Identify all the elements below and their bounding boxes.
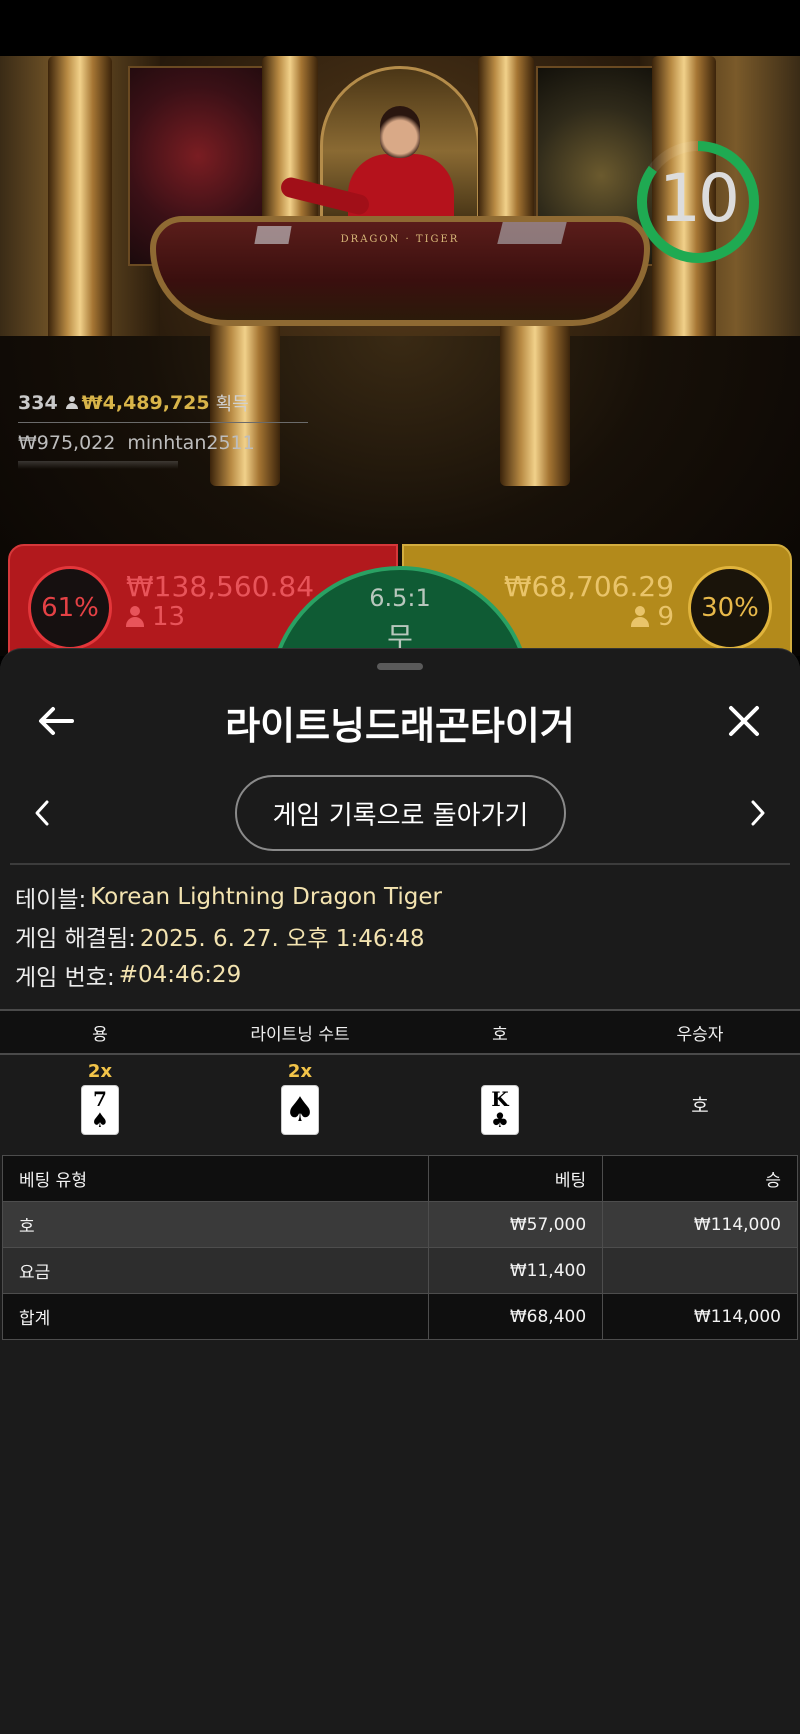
round-info: 테이블: Korean Lightning Dragon Tiger 게임 해결… <box>15 877 795 994</box>
close-button[interactable] <box>716 693 772 749</box>
winner-value: 호 <box>691 1094 709 1117</box>
tie-odds: 6.5:1 <box>369 584 431 612</box>
round-result-row: 2x 7 ♠ 2x ♠ K ♣ 호 <box>0 1055 800 1153</box>
timer-value: 10 <box>659 160 740 237</box>
tiger-percent: 30% <box>688 566 772 650</box>
dragon-multiplier: 2x <box>87 1061 113 1082</box>
previous-round-button[interactable] <box>18 789 66 837</box>
table-info: 테이블: Korean Lightning Dragon Tiger <box>15 877 795 916</box>
sheet-header: 라이트닝드래곤타이거 <box>0 685 800 757</box>
lightning-suit-cell: 2x ♠ <box>200 1055 400 1153</box>
resolved-value: 2025. 6. 27. 오후 1:46:48 <box>139 925 425 952</box>
bet-amount-cell: ₩57,000 <box>428 1201 604 1248</box>
winners-total-label: 획득 <box>215 394 249 415</box>
game-table <box>150 216 650 326</box>
bet-amount-cell: ₩68,400 <box>428 1293 604 1340</box>
sheet-title: 라이트닝드래곤타이거 <box>225 704 575 748</box>
table-value: Korean Lightning Dragon Tiger <box>90 883 442 910</box>
winners-summary: 334 ₩4,489,725 획득 <box>18 386 318 420</box>
bet-type-cell: 호 <box>1 1201 430 1248</box>
tiger-result-cell: K ♣ <box>400 1055 600 1153</box>
round-number-value: #04:46:29 <box>118 961 242 988</box>
dragon-card-rank: 7 <box>93 1087 107 1111</box>
return-to-history-button[interactable]: 게임 기록으로 돌아가기 <box>235 775 566 851</box>
winner-cell: 호 <box>600 1055 800 1153</box>
winner-username: minhtan2511 <box>127 432 255 454</box>
chevron-right-icon <box>751 800 765 826</box>
card-shoe-left <box>254 226 292 244</box>
bet-type-cell: 요금 <box>1 1247 430 1294</box>
winners-total: ₩4,489,725 <box>81 392 210 414</box>
tiger-player-count: 9 <box>657 602 674 632</box>
win-amount-cell: ₩114,000 <box>602 1201 798 1248</box>
bet-amount-cell: ₩11,400 <box>428 1247 604 1294</box>
bet-type-cell: 합계 <box>1 1293 430 1340</box>
person-icon <box>126 606 144 628</box>
header-lightning-suit: 라이트닝 수트 <box>250 1024 350 1045</box>
header-winner: 우승자 <box>676 1024 724 1045</box>
table-brand: DRAGON · TIGER <box>340 234 460 245</box>
countdown-timer: 10 <box>634 138 770 274</box>
win-amount-cell: ₩114,000 <box>602 1293 798 1340</box>
bets-header-win: 승 <box>602 1155 798 1202</box>
winners-ticker: 334 ₩4,489,725 획득 ₩975,022 minhtan2511 <box>18 386 318 469</box>
table-row: 요금 ₩11,400 <box>1 1247 798 1294</box>
header-dragon: 용 <box>92 1024 108 1045</box>
bets-table: 베팅 유형 베팅 승 호 ₩57,000 ₩114,000 요금 ₩11,400… <box>1 1155 798 1340</box>
table-label: 테이블: <box>15 886 87 913</box>
close-icon <box>729 706 759 736</box>
tiger-card: K ♣ <box>481 1085 519 1135</box>
dragon-player-count: 13 <box>152 602 186 632</box>
lightning-multiplier: 2x <box>287 1061 313 1082</box>
bets-header-row: 베팅 유형 베팅 승 <box>1 1155 798 1202</box>
app-root: DRAGON · TIGER 10 334 ₩4,489,725 획득 ₩975… <box>0 0 800 1734</box>
table-row-total: 합계 ₩68,400 ₩114,000 <box>1 1293 798 1340</box>
round-number-label: 게임 번호: <box>15 964 115 991</box>
winner-entry: ₩975,022 minhtan2511 <box>18 425 318 461</box>
ticker-fade <box>18 461 178 469</box>
round-result-table: 용 라이트닝 수트 호 우승자 2x 7 ♠ 2x ♠ K ♣ 호 <box>0 1009 800 1153</box>
sheet-drag-handle[interactable] <box>377 663 423 670</box>
win-amount-cell <box>602 1247 798 1294</box>
club-icon: ♣ <box>491 1108 509 1132</box>
divider <box>10 863 790 865</box>
spade-icon: ♠ <box>284 1090 316 1130</box>
resolved-info: 게임 해결됨: 2025. 6. 27. 오후 1:46:48 <box>15 916 795 955</box>
round-navigation: 게임 기록으로 돌아가기 <box>0 773 800 853</box>
status-bar <box>0 0 800 56</box>
lightning-suit-card: ♠ <box>281 1085 319 1135</box>
chevron-left-icon <box>35 800 49 826</box>
divider <box>18 422 308 423</box>
winners-count: 334 <box>18 392 58 414</box>
round-result-header: 용 라이트닝 수트 호 우승자 <box>0 1009 800 1055</box>
table-row: 호 ₩57,000 ₩114,000 <box>1 1201 798 1248</box>
spade-icon: ♠ <box>91 1108 109 1132</box>
resolved-label: 게임 해결됨: <box>15 925 136 952</box>
bets-header-bet: 베팅 <box>428 1155 604 1202</box>
card-shoe-right <box>497 222 567 244</box>
dragon-card: 7 ♠ <box>81 1085 119 1135</box>
tiger-card-rank: K <box>491 1087 509 1111</box>
game-history-sheet: 라이트닝드래곤타이거 게임 기록으로 돌아가기 테이블: Korean Ligh… <box>0 648 800 1734</box>
bets-header-type: 베팅 유형 <box>1 1155 430 1202</box>
person-icon <box>65 396 78 410</box>
dragon-result-cell: 2x 7 ♠ <box>0 1055 200 1153</box>
round-number-info: 게임 번호: #04:46:29 <box>15 955 795 994</box>
winner-amount: ₩975,022 <box>18 432 116 454</box>
next-round-button[interactable] <box>734 789 782 837</box>
person-icon <box>631 606 650 628</box>
header-tiger: 호 <box>492 1024 508 1045</box>
dragon-percent: 61% <box>28 566 112 650</box>
dealer-head <box>380 106 420 158</box>
